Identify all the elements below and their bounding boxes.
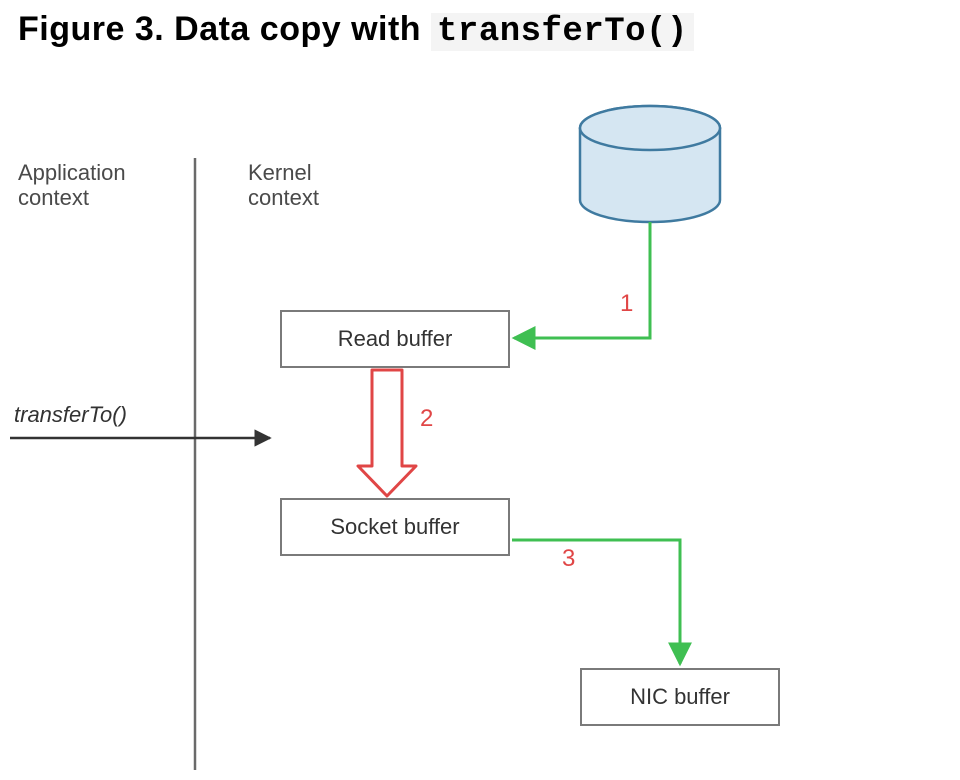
figure-title-prefix: Figure 3. Data copy with bbox=[18, 10, 431, 48]
arrow-step-2 bbox=[358, 370, 416, 496]
read-buffer-label: Read buffer bbox=[338, 326, 453, 352]
kernel-context-label: Kernel context bbox=[248, 160, 319, 211]
arrow-step-1 bbox=[514, 222, 650, 338]
nic-buffer-label: NIC buffer bbox=[630, 684, 730, 710]
figure-title: Figure 3. Data copy with transferTo() bbox=[18, 10, 694, 51]
socket-buffer-box: Socket buffer bbox=[280, 498, 510, 556]
read-buffer-box: Read buffer bbox=[280, 310, 510, 368]
figure-title-code: transferTo() bbox=[431, 13, 694, 51]
step-1-label: 1 bbox=[620, 290, 633, 318]
step-2-label: 2 bbox=[420, 405, 433, 433]
transferto-call-label: transferTo() bbox=[14, 402, 127, 428]
diagram-canvas: Figure 3. Data copy with transferTo() Ap… bbox=[0, 0, 960, 780]
step-3-label: 3 bbox=[562, 545, 575, 573]
disk-cylinder-icon bbox=[580, 106, 720, 222]
nic-buffer-box: NIC buffer bbox=[580, 668, 780, 726]
application-context-label: Application context bbox=[18, 160, 126, 211]
socket-buffer-label: Socket buffer bbox=[330, 514, 459, 540]
arrow-step-3 bbox=[512, 540, 680, 664]
diagram-svg-overlay bbox=[0, 0, 960, 780]
